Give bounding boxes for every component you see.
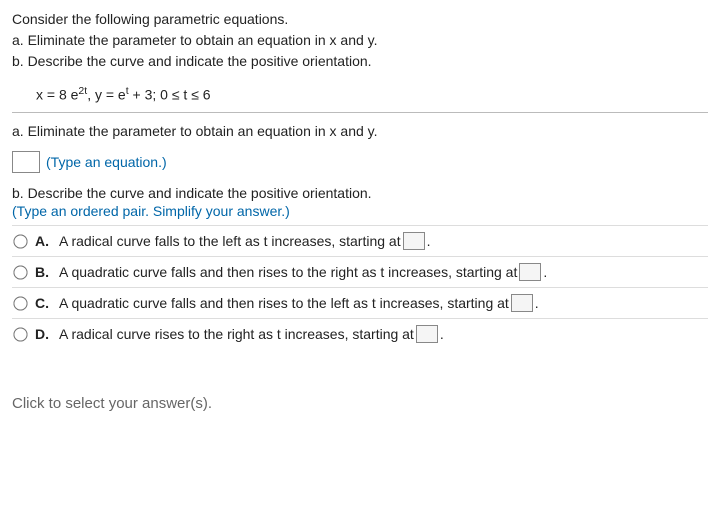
eq-separator: ,	[87, 86, 95, 102]
question-prompt: Consider the following parametric equati…	[12, 10, 708, 71]
option-b-row[interactable]: B. A quadratic curve falls and then rise…	[12, 256, 708, 287]
option-d-row[interactable]: D. A radical curve rises to the right as…	[12, 318, 708, 349]
option-c-input[interactable]	[511, 294, 533, 312]
option-a-input[interactable]	[403, 232, 425, 250]
option-a-after: .	[427, 233, 431, 249]
prompt-part-b: b. Describe the curve and indicate the p…	[12, 52, 708, 71]
eq-x-lhs: x = 8 e	[36, 86, 78, 102]
option-c-letter: C.	[35, 295, 53, 311]
prompt-intro: Consider the following parametric equati…	[12, 10, 708, 29]
option-d-after: .	[440, 326, 444, 342]
section-b-label: b. Describe the curve and indicate the p…	[12, 185, 708, 201]
divider	[12, 112, 708, 113]
answer-options: A. A radical curve falls to the left as …	[12, 225, 708, 349]
option-c-after: .	[535, 295, 539, 311]
option-d-text: A radical curve rises to the right as t …	[59, 325, 444, 343]
option-c-before: A quadratic curve falls and then rises t…	[59, 295, 509, 311]
option-c-row[interactable]: C. A quadratic curve falls and then rise…	[12, 287, 708, 318]
eq-y-lhs: y = e	[95, 86, 126, 102]
prompt-part-a: a. Eliminate the parameter to obtain an …	[12, 31, 708, 50]
footer-instruction: Click to select your answer(s).	[12, 395, 708, 412]
section-a-label: a. Eliminate the parameter to obtain an …	[12, 123, 708, 139]
option-d-radio[interactable]	[13, 327, 27, 341]
option-a-row[interactable]: A. A radical curve falls to the left as …	[12, 225, 708, 256]
option-d-before: A radical curve rises to the right as t …	[59, 326, 414, 342]
option-c-text: A quadratic curve falls and then rises t…	[59, 294, 539, 312]
equation-answer-hint: (Type an equation.)	[46, 154, 167, 170]
option-b-radio[interactable]	[13, 265, 27, 279]
option-a-letter: A.	[35, 233, 53, 249]
option-a-radio[interactable]	[13, 234, 27, 248]
option-b-after: .	[543, 264, 547, 280]
option-c-radio[interactable]	[13, 296, 27, 310]
option-a-text: A radical curve falls to the left as t i…	[59, 232, 431, 250]
option-b-text: A quadratic curve falls and then rises t…	[59, 263, 547, 281]
equation-answer-row: (Type an equation.)	[12, 151, 708, 173]
section-b-hint: (Type an ordered pair. Simplify your ans…	[12, 203, 708, 219]
option-b-before: A quadratic curve falls and then rises t…	[59, 264, 517, 280]
eq-y-tail: + 3; 0 ≤ t ≤ 6	[129, 86, 211, 102]
option-b-letter: B.	[35, 264, 53, 280]
option-d-letter: D.	[35, 326, 53, 342]
eq-x-exponent: 2t	[78, 85, 87, 97]
option-a-before: A radical curve falls to the left as t i…	[59, 233, 401, 249]
parametric-equations: x = 8 e2t, y = et + 3; 0 ≤ t ≤ 6	[36, 85, 708, 103]
option-d-input[interactable]	[416, 325, 438, 343]
equation-answer-input[interactable]	[12, 151, 40, 173]
option-b-input[interactable]	[519, 263, 541, 281]
